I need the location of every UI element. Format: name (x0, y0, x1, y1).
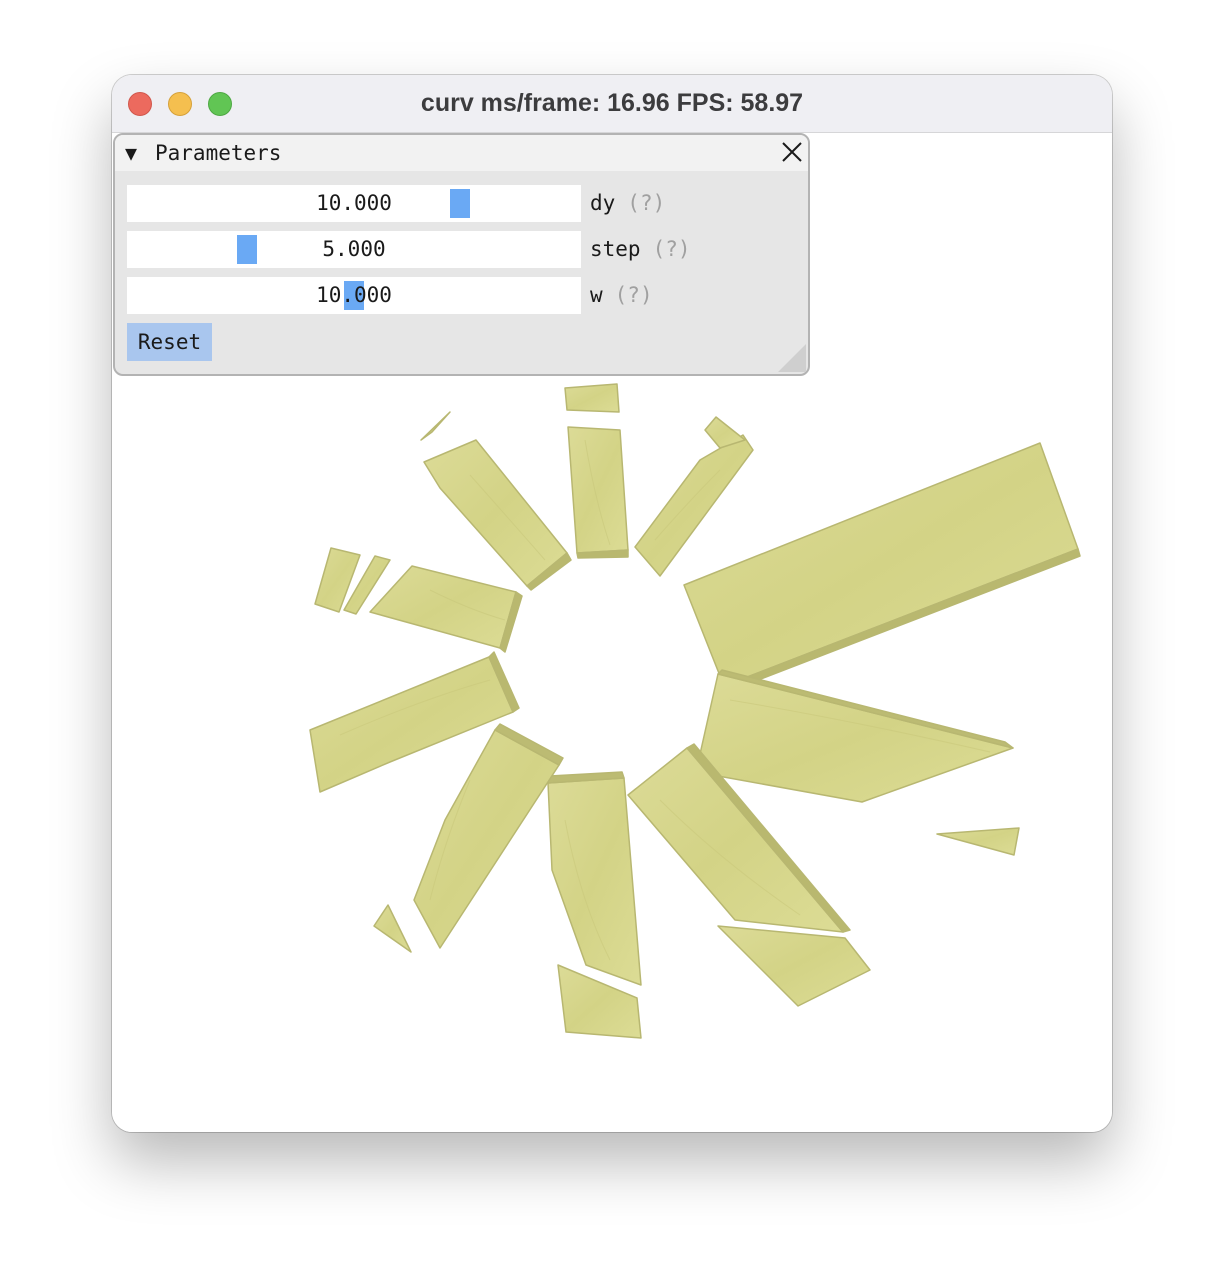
resize-grip-icon[interactable] (778, 344, 806, 372)
parameters-panel[interactable]: ▼ Parameters 10.000 dy (?) 5.000 step (?) … (113, 133, 810, 376)
w-help-marker[interactable]: (?) (615, 283, 653, 307)
step-label-text: step (590, 237, 641, 261)
step-label: step (?) (590, 231, 691, 268)
dy-value: 10.000 (316, 191, 392, 215)
w-label: w (?) (590, 277, 653, 314)
step-slider[interactable]: 5.000 (127, 231, 581, 268)
w-slider[interactable]: 10.000 (127, 277, 581, 314)
step-value: 5.000 (322, 237, 386, 261)
parameters-panel-header[interactable]: ▼ Parameters (115, 135, 808, 171)
dy-help-marker[interactable]: (?) (627, 191, 665, 215)
app-window: curv ms/frame: 16.96 FPS: 58.97 ▼ Parame… (112, 75, 1112, 1132)
dy-slider[interactable]: 10.000 (127, 185, 581, 222)
panel-title: Parameters (155, 141, 282, 165)
close-icon[interactable] (779, 139, 805, 165)
dy-label-text: dy (590, 191, 616, 215)
step-help-marker[interactable]: (?) (653, 237, 691, 261)
reset-button[interactable]: Reset (127, 323, 212, 361)
w-label-text: w (590, 283, 603, 307)
dy-label: dy (?) (590, 185, 665, 222)
collapse-arrow-icon[interactable]: ▼ (125, 141, 137, 165)
w-value: 10.000 (316, 283, 392, 307)
